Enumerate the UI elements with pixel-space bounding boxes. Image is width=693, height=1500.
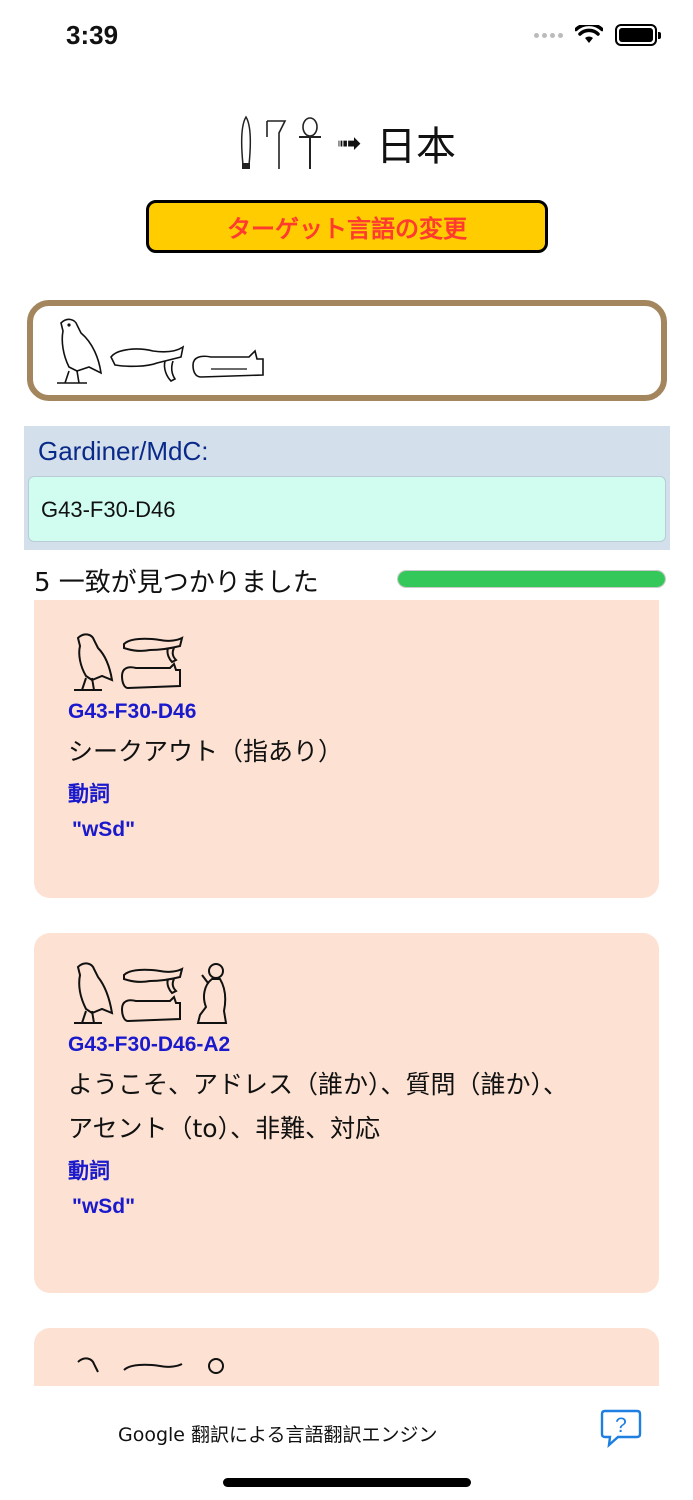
search-progress-bar <box>397 570 666 588</box>
result-card[interactable] <box>34 1328 659 1386</box>
falcon-glyph-icon <box>77 1357 99 1373</box>
match-row: 5 一致が見つかりました <box>0 560 693 600</box>
search-progress-fill <box>398 571 665 587</box>
target-language: 日本 <box>376 124 457 170</box>
header: ➟ 日本 <box>0 108 693 178</box>
falcon-glyph-icon <box>74 962 114 1024</box>
hieroglyph-title-glyphs <box>237 115 323 171</box>
result-transliteration: "wSd" <box>72 1195 136 1218</box>
footer: Google 翻訳による言語翻訳エンジン ? <box>0 1386 693 1500</box>
result-code: G43-F30-D46 <box>68 700 197 723</box>
bovine-head-glyph-icon <box>110 345 185 382</box>
reed-leaf-glyph-icon <box>240 115 251 169</box>
status-time: 3:39 <box>66 20 119 50</box>
home-indicator[interactable] <box>223 1478 471 1487</box>
svg-text:?: ? <box>615 1414 627 1437</box>
result-glyphs <box>68 622 625 692</box>
result-code: G43-F30-D46-A2 <box>68 1033 231 1056</box>
seated-man-glyph-icon <box>208 1358 224 1374</box>
mdc-label: Gardiner/MdC: <box>38 436 209 466</box>
result-card[interactable]: G43-F30-D46-A2 ようこそ、アドレス（誰か）、質問（誰か）、アセント… <box>34 933 659 1293</box>
seated-man-glyph-icon <box>196 963 228 1024</box>
result-glyphs <box>68 1350 625 1386</box>
flag-glyph-icon <box>266 120 287 169</box>
falcon-glyph-icon <box>74 633 114 691</box>
match-count: 5 一致が見つかりました <box>34 568 319 598</box>
falcon-glyph-icon <box>57 318 103 384</box>
result-glyphs <box>68 955 625 1025</box>
result-card[interactable]: G43-F30-D46 シークアウト（指あり） 動詞 "wSd" <box>34 600 659 898</box>
signal-icon <box>534 32 563 38</box>
bovine-glyph-icon <box>123 1363 183 1371</box>
mdc-panel: Gardiner/MdC: G43-F30-D46 <box>24 426 670 550</box>
result-part-of-speech: 動詞 <box>68 1159 110 1183</box>
result-part-of-speech: 動詞 <box>68 782 110 806</box>
wifi-icon <box>575 25 603 43</box>
bovine-arm-glyph-icon <box>120 967 184 1023</box>
arm-glyph-icon <box>192 349 264 378</box>
ankh-glyph-icon <box>298 117 321 169</box>
arrow-icon: ➟ <box>336 125 363 161</box>
change-target-language-button[interactable]: ターゲット言語の変更 <box>146 200 548 253</box>
mdc-code-field[interactable]: G43-F30-D46 <box>28 476 666 542</box>
hieroglyph-input[interactable] <box>27 300 667 401</box>
status-bar: 3:39 <box>0 0 693 80</box>
status-icons <box>534 24 661 46</box>
result-transliteration: "wSd" <box>72 818 136 841</box>
results-list[interactable]: G43-F30-D46 シークアウト（指あり） 動詞 "wSd" G43-F30… <box>0 600 693 1386</box>
result-meaning: シークアウト（指あり） <box>68 737 344 766</box>
result-meaning: ようこそ、アドレス（誰か）、質問（誰か）、アセント（to）、非難、対応 <box>68 1070 569 1143</box>
battery-icon <box>615 24 661 46</box>
translation-engine-credit: Google 翻訳による言語翻訳エンジン <box>118 1424 438 1446</box>
bovine-arm-glyph-icon <box>120 636 184 690</box>
help-icon[interactable]: ? <box>600 1408 642 1448</box>
